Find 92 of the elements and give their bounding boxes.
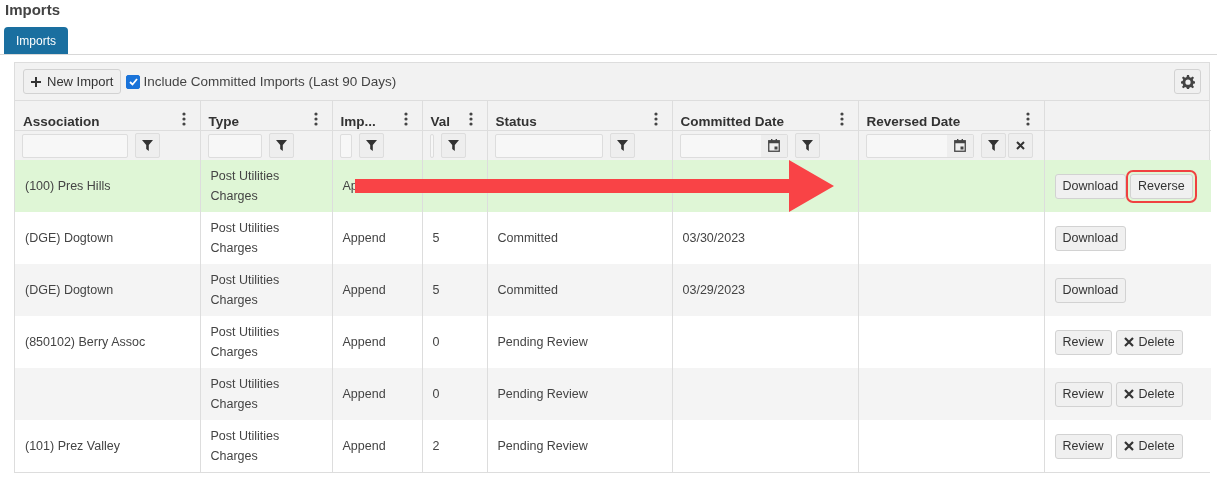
table-row[interactable]: (850102) Berry Assoc Post Utilities Charges Append 0 Pending Review Review Delete bbox=[15, 316, 1211, 368]
table-row[interactable]: Post Utilities Charges Append 0 Pending Review Review Delete bbox=[15, 368, 1211, 420]
table-cell: Append bbox=[332, 420, 422, 472]
delete-button[interactable]: Delete bbox=[1115, 381, 1183, 407]
action-button[interactable]: Download bbox=[1054, 173, 1127, 199]
action-button[interactable]: Download bbox=[1054, 277, 1127, 303]
plus-icon bbox=[31, 76, 41, 87]
filter-icon bbox=[365, 140, 377, 151]
close-icon bbox=[1123, 389, 1134, 399]
kebab-menu-icon[interactable] bbox=[403, 112, 408, 126]
table-cell: (101) Prez Valley bbox=[15, 420, 200, 472]
settings-button[interactable] bbox=[1174, 69, 1201, 94]
filter-icon bbox=[142, 140, 153, 151]
table-cell: Post Utilities Charges bbox=[200, 316, 332, 368]
filter-button[interactable] bbox=[135, 133, 160, 158]
table-cell: 03/30/2023 bbox=[672, 212, 858, 264]
table-cell: Append bbox=[332, 264, 422, 316]
kebab-menu-icon[interactable] bbox=[468, 112, 473, 126]
date-field[interactable] bbox=[679, 133, 788, 158]
calendar-icon bbox=[953, 139, 966, 152]
kebab-menu-icon[interactable] bbox=[313, 112, 318, 126]
table-cell: 03/29/2023 bbox=[672, 264, 858, 316]
table-cell: Pending Review bbox=[487, 420, 672, 472]
filter-button[interactable] bbox=[268, 133, 294, 158]
table-cell: Post Utilities Charges bbox=[200, 420, 332, 472]
kebab-menu-icon[interactable] bbox=[839, 112, 844, 126]
column-header: Status bbox=[495, 114, 537, 129]
table-row[interactable]: (101) Prez Valley Post Utilities Charges Append 2 Pending Review Review Delete bbox=[15, 420, 1211, 472]
filter-field[interactable] bbox=[22, 133, 128, 158]
table-cell: Post Utilities Charges bbox=[200, 212, 332, 264]
filter-icon bbox=[447, 140, 459, 151]
checkbox-label: Include Committed Imports (Last 90 Days) bbox=[143, 74, 397, 89]
new-import-button[interactable]: New Import bbox=[23, 69, 122, 94]
table-row[interactable]: (DGE) Dogtown Post Utilities Charges Append 5 Committed 03/30/2023 Download bbox=[15, 212, 1211, 264]
filter-icon bbox=[801, 140, 813, 151]
table-cell: Append bbox=[332, 212, 422, 264]
page-title: Imports bbox=[4, 0, 61, 20]
date-field[interactable] bbox=[865, 133, 974, 158]
table-cell: (850102) Berry Assoc bbox=[15, 316, 200, 368]
table-cell: (DGE) Dogtown bbox=[15, 264, 200, 316]
action-button[interactable]: Review bbox=[1054, 381, 1112, 407]
table-cell: 5 bbox=[422, 212, 487, 264]
action-button[interactable]: Review bbox=[1054, 433, 1112, 459]
filter-button[interactable] bbox=[794, 133, 820, 158]
column-header: Type bbox=[208, 114, 239, 129]
filter-field[interactable] bbox=[207, 133, 262, 158]
filter-icon bbox=[275, 140, 287, 151]
calendar-icon bbox=[767, 139, 780, 152]
kebab-menu-icon[interactable] bbox=[1025, 112, 1030, 126]
table-cell: (DGE) Dogtown bbox=[15, 212, 200, 264]
filter-button[interactable] bbox=[440, 133, 466, 158]
table-cell: Pending Review bbox=[487, 368, 672, 420]
delete-button[interactable]: Delete bbox=[1115, 329, 1183, 355]
filter-field[interactable] bbox=[494, 133, 603, 158]
column-header: Val bbox=[430, 114, 451, 129]
checkbox[interactable] bbox=[126, 74, 141, 89]
table-cell: Append bbox=[332, 368, 422, 420]
filter-icon bbox=[987, 140, 999, 151]
table-cell: Append bbox=[332, 316, 422, 368]
table-row[interactable]: (DGE) Dogtown Post Utilities Charges Append 5 Committed 03/29/2023 Download bbox=[15, 264, 1211, 316]
table-cell: 2 bbox=[422, 420, 487, 472]
close-icon bbox=[1123, 441, 1134, 451]
delete-button[interactable]: Delete bbox=[1115, 433, 1183, 459]
table-cell: Post Utilities Charges bbox=[200, 160, 332, 212]
clear-filter-button[interactable] bbox=[1007, 133, 1033, 158]
table-cell: 0 bbox=[422, 368, 487, 420]
column-header: Association bbox=[23, 114, 100, 129]
action-button[interactable]: Download bbox=[1054, 225, 1127, 251]
table-cell: Committed bbox=[487, 264, 672, 316]
filter-field[interactable] bbox=[429, 133, 434, 158]
tab[interactable]: Imports bbox=[4, 27, 68, 54]
action-button[interactable]: Review bbox=[1054, 329, 1112, 355]
filter-button[interactable] bbox=[980, 133, 1006, 158]
table-cell: Committed bbox=[487, 212, 672, 264]
column-header: Imp... bbox=[340, 114, 376, 129]
table-cell: 5 bbox=[422, 264, 487, 316]
close-icon bbox=[1015, 141, 1025, 150]
table-cell: Pending Review bbox=[487, 316, 672, 368]
column-header: Reversed Date bbox=[866, 114, 961, 129]
table-cell: Post Utilities Charges bbox=[200, 264, 332, 316]
table-cell: (100) Pres Hills bbox=[15, 160, 200, 212]
settings-icon bbox=[1180, 74, 1195, 89]
filter-button[interactable] bbox=[358, 133, 384, 158]
kebab-menu-icon[interactable] bbox=[181, 112, 186, 126]
filter-icon bbox=[616, 140, 628, 151]
filter-button[interactable] bbox=[609, 133, 635, 158]
kebab-menu-icon[interactable] bbox=[653, 112, 658, 126]
table-cell: 0 bbox=[422, 316, 487, 368]
column-header: Committed Date bbox=[680, 114, 784, 129]
close-icon bbox=[1123, 337, 1134, 347]
table-cell: Post Utilities Charges bbox=[200, 368, 332, 420]
filter-field[interactable] bbox=[339, 133, 352, 158]
